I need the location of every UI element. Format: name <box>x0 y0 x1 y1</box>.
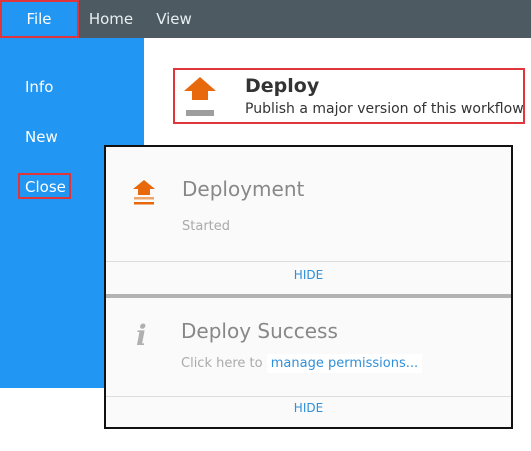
deploy-description: Publish a major version of this workflow <box>245 101 524 117</box>
notification-message-text: Click here to <box>181 356 263 371</box>
notification-status: Started <box>182 219 231 234</box>
divider <box>106 396 511 397</box>
divider <box>106 261 511 262</box>
tab-file[interactable]: File <box>0 0 78 38</box>
notification-title: Deploy Success <box>181 319 338 343</box>
hide-link[interactable]: HIDE <box>106 401 511 415</box>
hide-link[interactable]: HIDE <box>106 268 511 282</box>
notification-separator <box>106 294 511 298</box>
deploy-upload-icon <box>133 180 155 205</box>
deploy-command[interactable]: Deploy Publish a major version of this w… <box>173 68 525 124</box>
notification-title: Deployment <box>182 177 305 201</box>
notification-message: Click here to manage permissions... <box>181 354 423 373</box>
sidebar-item-new[interactable]: New <box>25 128 58 146</box>
notification-panel: Deployment Started HIDE i Deploy Success… <box>104 145 513 429</box>
sidebar-item-close[interactable]: Close <box>25 178 66 196</box>
manage-permissions-link[interactable]: manage permissions... <box>266 354 423 373</box>
ribbon-bar: File Home View <box>0 0 531 38</box>
sidebar-item-info[interactable]: Info <box>25 78 53 96</box>
info-icon: i <box>136 319 147 352</box>
deploy-title: Deploy <box>245 75 320 97</box>
tab-home[interactable]: Home <box>78 0 144 38</box>
deploy-upload-icon <box>184 77 216 116</box>
tab-view[interactable]: View <box>146 0 202 38</box>
